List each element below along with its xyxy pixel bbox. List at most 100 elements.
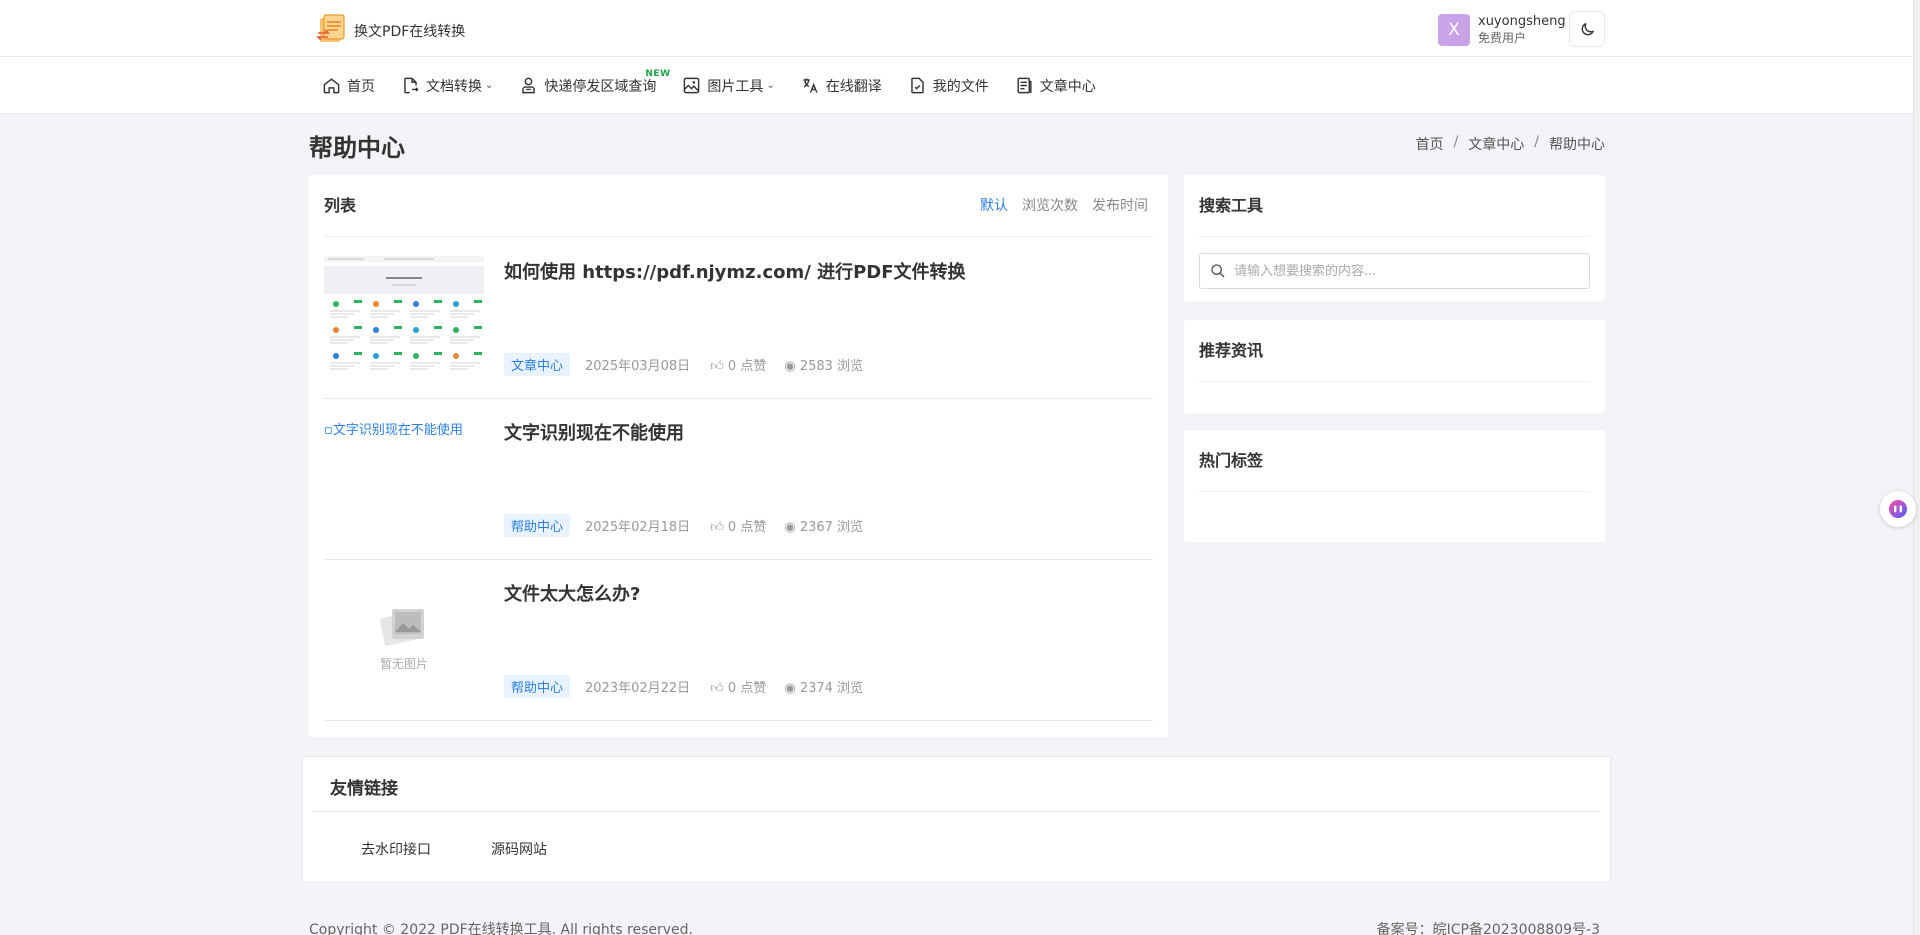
nav-item-courier-query[interactable]: 快递停发区域查询 NEW [519, 57, 670, 114]
nav-item-label: 在线翻译 [825, 78, 882, 95]
divider [1199, 381, 1590, 382]
no-image-text: 暂无图片 [379, 656, 428, 671]
nav-item-label: 文章中心 [1039, 78, 1096, 95]
sort-views[interactable]: 浏览次数 [1022, 195, 1078, 215]
like-count-text: 0 点赞 [727, 681, 767, 696]
hot-tags-widget: 热门标签 [1184, 430, 1605, 542]
view-count-text: 2583 浏览 [799, 359, 864, 374]
new-badge: NEW [645, 69, 671, 79]
broken-image-icon: ▫ [324, 423, 333, 438]
friend-link[interactable]: 源码网站 [491, 839, 547, 859]
assistant-float-button[interactable] [1880, 491, 1916, 527]
icp-record[interactable]: 备案号：皖ICP备2023008809号-3 [1377, 919, 1600, 935]
breadcrumb: 首页 / 文章中心 / 帮助中心 [1416, 134, 1605, 154]
publish-date: 2025年03月08日 [585, 359, 691, 374]
nav-item-home[interactable]: 首页 [322, 57, 375, 114]
recommend-widget: 推荐资讯 [1184, 320, 1605, 413]
nav-item-article-center[interactable]: 文章中心 [1015, 57, 1096, 114]
list-item[interactable]: 暂无图片 文件太大怎么办? 帮助中心 2023年02月22日 👍︎ 0 点赞 ◉… [324, 560, 1153, 721]
article-title[interactable]: 文字识别现在不能使用 [504, 419, 684, 445]
list-item[interactable]: ▫文字识别现在不能使用 文字识别现在不能使用 帮助中心 2025年02月18日 … [324, 399, 1153, 560]
friend-links-title: 友情链接 [330, 779, 398, 799]
eye-icon: ◉ [784, 359, 796, 374]
breadcrumb-separator: / [1453, 134, 1459, 150]
translate-icon [803, 78, 818, 93]
friend-link[interactable]: 去水印接口 [361, 839, 431, 859]
nav-item-label: 图片工具 [707, 78, 764, 95]
moon-icon [1581, 22, 1594, 35]
like-count: 👍︎ 0 点赞 [710, 677, 766, 696]
image-alt-text: 文字识别现在不能使用 [332, 423, 463, 438]
thumbs-up-icon: 👍︎ [710, 681, 724, 696]
home-icon [323, 78, 340, 94]
logo-text: 换文PDF在线转换 [354, 24, 466, 40]
search-icon [1211, 264, 1225, 278]
category-tag[interactable]: 帮助中心 [504, 514, 571, 537]
article-meta: 帮助中心 2023年02月22日 👍︎ 0 点赞 ◉ 2374 浏览 [504, 675, 863, 698]
assistant-icon [1889, 500, 1907, 518]
thumbs-up-icon: 👍︎ [710, 359, 724, 374]
no-image-icon [380, 608, 424, 646]
thumbs-up-icon: 👍︎ [710, 520, 724, 535]
file-check-icon [911, 77, 924, 94]
image-icon [684, 77, 700, 94]
nav-item-label: 文档转换 [426, 78, 482, 95]
sort-options: 默认 浏览次数 发布时间 [980, 195, 1148, 215]
like-count: 👍︎ 0 点赞 [710, 355, 766, 374]
document-convert-icon [404, 77, 419, 94]
no-image-placeholder[interactable]: 暂无图片 [324, 578, 484, 698]
article-title[interactable]: 如何使用 https://pdf.njymz.com/ 进行PDF文件转换 [504, 258, 966, 284]
user-menu[interactable]: X xuyongsheng 免费用户 [1438, 13, 1566, 47]
eye-icon: ◉ [784, 520, 796, 535]
scrollbar[interactable] [1913, 0, 1920, 935]
article-thumbnail[interactable] [324, 256, 484, 376]
breadcrumb-separator: / [1534, 134, 1539, 150]
avatar[interactable]: X [1438, 14, 1470, 46]
breadcrumb-current: 帮助中心 [1549, 137, 1605, 153]
nav-item-label: 我的文件 [932, 78, 989, 95]
sort-date[interactable]: 发布时间 [1092, 195, 1148, 215]
nav-item-document-convert[interactable]: 文档转换 ⌄ [401, 57, 493, 114]
breadcrumb-article-center[interactable]: 文章中心 [1468, 134, 1524, 154]
divider [1199, 236, 1590, 237]
divider [313, 811, 1600, 812]
friend-links-card: 友情链接 去水印接口 源码网站 [302, 756, 1611, 883]
view-count-text: 2374 浏览 [799, 681, 864, 696]
article-meta: 帮助中心 2025年02月18日 👍︎ 0 点赞 ◉ 2367 浏览 [504, 514, 863, 537]
nav-item-label: 首页 [347, 78, 375, 95]
like-count-text: 0 点赞 [727, 359, 767, 374]
article-meta: 文章中心 2025年03月08日 👍︎ 0 点赞 ◉ 2583 浏览 [504, 353, 863, 376]
eye-icon: ◉ [784, 681, 796, 696]
list-item[interactable]: 如何使用 https://pdf.njymz.com/ 进行PDF文件转换 文章… [324, 238, 1153, 399]
list-title: 列表 [324, 196, 357, 215]
like-count-text: 0 点赞 [727, 520, 767, 535]
search-widget: 搜索工具 [1184, 175, 1605, 301]
view-count: ◉ 2367 浏览 [784, 516, 863, 535]
view-count: ◉ 2374 浏览 [784, 677, 863, 696]
user-name: xuyongsheng [1478, 14, 1566, 29]
category-tag[interactable]: 帮助中心 [504, 675, 571, 698]
site-logo[interactable]: 换文PDF在线转换 [316, 13, 465, 49]
theme-toggle-button[interactable] [1569, 11, 1605, 47]
user-role: 免费用户 [1478, 31, 1527, 45]
like-count: 👍︎ 0 点赞 [710, 516, 766, 535]
nav-item-image-tools[interactable]: 图片工具 ⌄ [682, 57, 775, 114]
publish-date: 2025年02月18日 [585, 520, 691, 535]
broken-image[interactable]: ▫文字识别现在不能使用 [324, 419, 463, 438]
chevron-down-icon: ⌄ [485, 80, 494, 91]
view-count: ◉ 2583 浏览 [784, 355, 863, 374]
hot-tags-widget-title: 热门标签 [1199, 451, 1264, 470]
search-widget-title: 搜索工具 [1199, 196, 1264, 215]
nav-item-translate[interactable]: 在线翻译 [801, 57, 882, 114]
courier-icon [522, 77, 536, 94]
search-box[interactable] [1199, 253, 1590, 289]
breadcrumb-home[interactable]: 首页 [1416, 134, 1444, 154]
category-tag[interactable]: 文章中心 [504, 353, 571, 376]
top-header: 换文PDF在线转换 X xuyongsheng 免费用户 [0, 0, 1920, 57]
divider [1199, 491, 1590, 492]
publish-date: 2023年02月22日 [585, 681, 691, 696]
article-title[interactable]: 文件太大怎么办? [504, 580, 640, 606]
nav-item-my-files[interactable]: 我的文件 [908, 57, 989, 114]
search-input[interactable] [1234, 263, 1574, 279]
sort-default[interactable]: 默认 [980, 195, 1008, 215]
